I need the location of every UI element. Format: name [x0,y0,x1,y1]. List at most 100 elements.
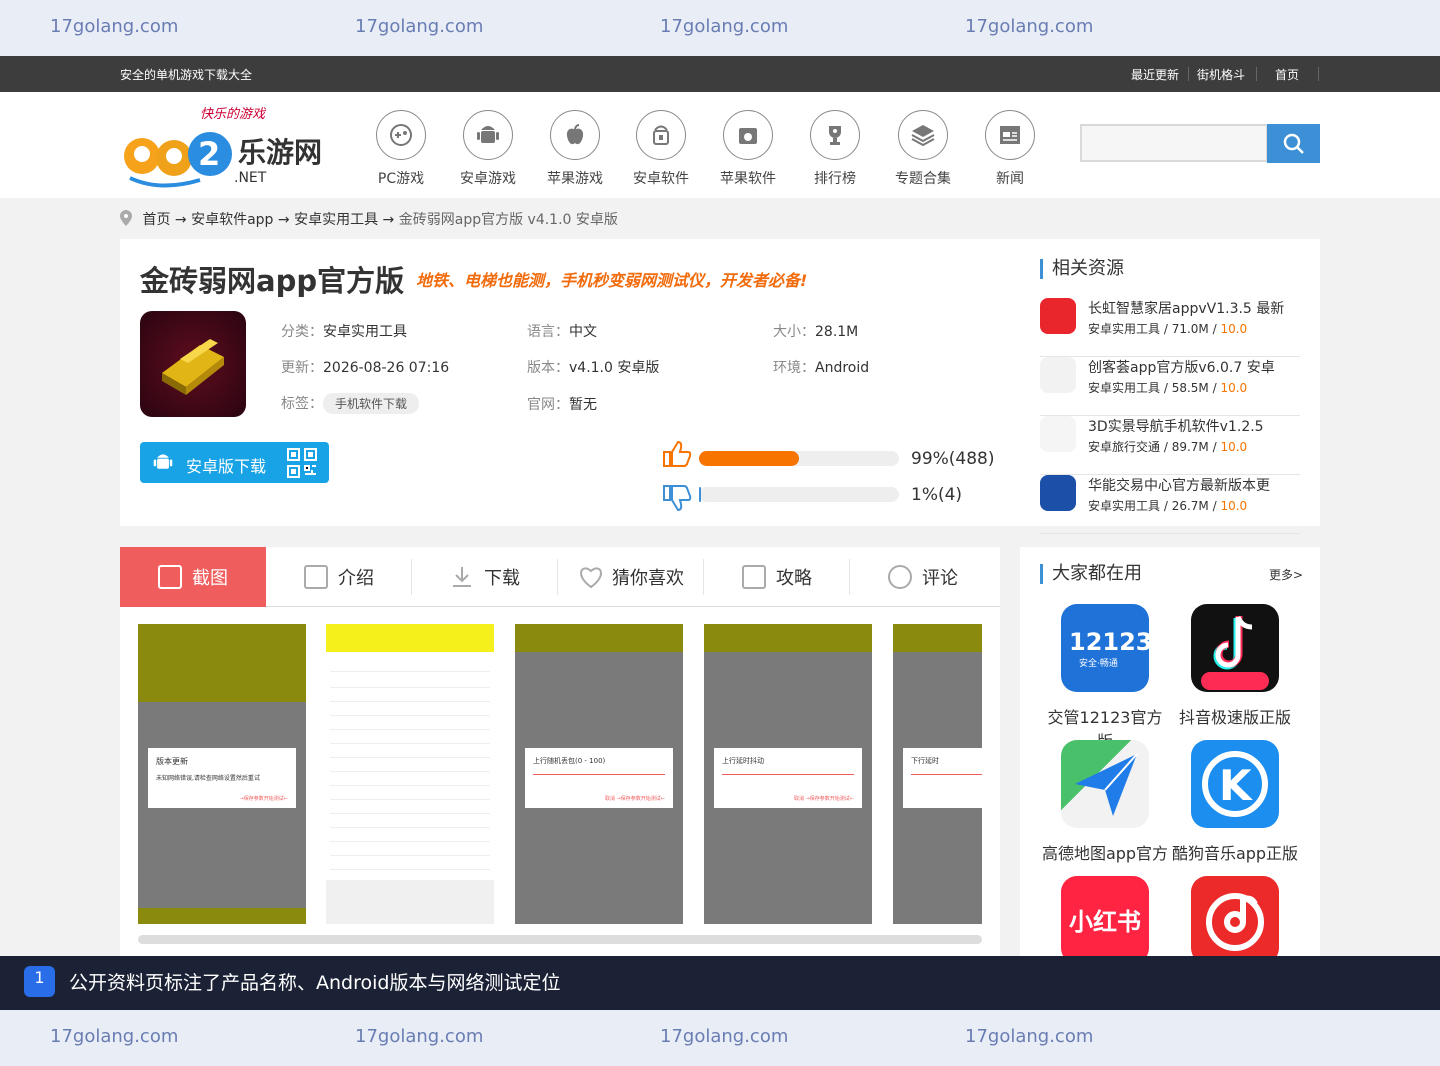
watermark-text: 17golang.com [965,16,1094,37]
tab-guide[interactable]: 攻略 [704,547,850,607]
search-button[interactable] [1267,124,1320,163]
site-logo[interactable]: 2 快乐的游戏 乐游网 .NET [120,100,330,194]
kugou-icon: K [1191,740,1279,828]
logo-name: 乐游网 [238,136,322,169]
location-pin-icon [120,210,132,226]
nav-link-arcade[interactable]: 街机格斗 [1197,66,1245,83]
notice-bar: 1 公开资料页标注了产品名称、Android版本与网络测试定位 [0,956,1440,1010]
svg-text:安全·畅通: 安全·畅通 [1079,657,1118,669]
screenshot-dialog: 下行延时取消 [903,748,982,808]
related-app-meta: 安卓实用工具 / 26.7M / 10.0 [1088,499,1248,513]
breadcrumb-tools[interactable]: 安卓实用工具 [294,212,378,228]
dialog-text: 未知网络错误,请检查网络设置然后重试 [156,775,260,782]
android-box-icon [636,110,686,160]
breadcrumb-home[interactable]: 首页 [142,212,170,228]
nav-label: 新闻 [996,171,1024,187]
tab-recommend[interactable]: 猜你喜欢 [558,547,704,607]
screenshot-2[interactable] [326,624,494,924]
search-input[interactable] [1080,124,1268,162]
popular-title: 大家都在用 [1040,564,1142,584]
tab-intro[interactable]: 介绍 [266,547,412,607]
popular-app-4[interactable]: K 酷狗音乐app正版 [1170,740,1300,864]
related-item[interactable]: 3D实景导航手机软件v1.2.5 安卓旅行交通 / 89.7M / 10.0 [1040,416,1300,475]
apple-icon [550,110,600,160]
android-download-button[interactable]: 安卓版下载 [140,442,329,483]
divider [1188,67,1189,81]
tab-comments[interactable]: 评论 [850,547,996,607]
nav-apple-games[interactable]: 苹果游戏 [540,110,610,188]
watermark-text: 17golang.com [660,16,789,37]
search-icon [1283,133,1304,154]
version-field: 版本：v4.1.0 安卓版 [527,360,660,376]
env-field: 环境：Android [773,360,870,376]
site-field: 官网：暂无 [527,397,597,413]
nav-android-software[interactable]: 安卓软件 [626,110,696,188]
screenshot-5[interactable]: 下行延时取消 [893,624,982,924]
popular-app-3[interactable]: 高德地图app官方 [1040,740,1170,864]
related-app-icon [1040,475,1076,511]
like-bar [699,451,899,466]
document-icon [304,565,328,589]
watermark-text: 17golang.com [355,16,484,37]
breadcrumb-android-software[interactable]: 安卓软件app [191,212,273,228]
nav-android-games[interactable]: 安卓游戏 [453,110,523,188]
thumbs-down-icon[interactable] [662,484,692,512]
tab-label: 下载 [484,568,520,589]
watermark-bar-top: 17golang.com 17golang.com 17golang.com 1… [0,0,1440,56]
watermark-text: 17golang.com [965,1026,1094,1047]
related-item[interactable]: 华能交易中心官方最新版本更 安卓实用工具 / 26.7M / 10.0 [1040,475,1300,534]
dialog-button: →保存参数开始测试← [239,796,288,802]
screenshot-1[interactable]: 版本更新 未知网络错误,请检查网络设置然后重试 →保存参数开始测试← [138,624,306,924]
thumbs-up-icon[interactable] [662,440,692,468]
tab-screenshots[interactable]: 截图 [120,547,266,607]
layers-icon [898,110,948,160]
related-item[interactable]: 长虹智慧家居appvV1.3.5 最新 安卓实用工具 / 71.0M / 10.0 [1040,298,1300,357]
nav-topics[interactable]: 专题合集 [888,110,958,188]
android-icon [153,454,173,469]
xiaohongshu-icon: 小红书 [1061,876,1149,964]
watermark-text: 17golang.com [355,1026,484,1047]
screenshot-footer [326,880,494,924]
nav-link-home[interactable]: 首页 [1275,66,1299,83]
nav-pc-games[interactable]: PC游戏 [366,110,436,188]
watermark-text: 17golang.com [50,16,179,37]
nav-apple-software[interactable]: 苹果软件 [713,110,783,188]
qrcode-icon[interactable] [286,447,318,479]
app-12123-icon: 12123 安全·畅通 [1061,604,1153,692]
related-app-meta: 安卓旅行交通 / 89.7M / 10.0 [1088,440,1248,454]
tag-field: 标签： 手机软件下载 [281,393,420,414]
screenshot-3[interactable]: 上行随机丢包(0 - 100) 取消 →保存参数开始测试← [515,624,683,924]
tab-download[interactable]: 下载 [412,547,558,607]
notice-text: 公开资料页标注了产品名称、Android版本与网络测试定位 [69,972,561,994]
divider [1318,67,1319,81]
tab-bar: 截图 介绍 下载 猜你喜欢 攻略 评论 [120,547,1000,607]
notice-number: 1 [24,966,55,997]
nav-ranking[interactable]: 排行榜 [800,110,870,188]
apple-box-icon [723,110,773,160]
dislike-bar [699,487,899,502]
related-app-name: 3D实景导航手机软件v1.2.5 [1088,419,1264,435]
dialog-title: 上行随机丢包(0 - 100) [533,757,606,765]
nav-label: PC游戏 [377,171,425,187]
screenshot-dialog: 上行延时抖动 取消 →保存参数开始测试← [714,748,862,808]
popular-app-1[interactable]: 12123安全·畅通 交管12123官方版 [1040,604,1170,752]
nav-news[interactable]: 新闻 [975,110,1045,188]
related-app-icon [1040,416,1076,452]
nav-link-recent[interactable]: 最近更新 [1131,66,1179,83]
svg-text:2: 2 [198,135,220,173]
screenshot-footer [138,908,306,924]
popular-app-2[interactable]: 抖音极速版正版 [1170,604,1300,728]
related-app-name: 华能交易中心官方最新版本更 [1088,478,1270,494]
page-title: 金砖弱网app官方版 [140,264,405,298]
nav-label: 专题合集 [895,171,951,187]
logo-graphic: 2 快乐的游戏 乐游网 .NET [124,107,322,188]
watermark-text: 17golang.com [50,1026,179,1047]
related-item[interactable]: 创客荟app官方版v6.0.7 安卓 安卓实用工具 / 58.5M / 10.0 [1040,357,1300,416]
screenshot-header [326,624,494,652]
related-app-name: 长虹智慧家居appvV1.3.5 最新 [1088,301,1285,317]
app-name: 酷狗音乐app正版 [1171,844,1299,863]
more-link[interactable]: 更多> [1269,566,1303,583]
tag-chip[interactable]: 手机软件下载 [323,393,420,414]
screenshot-scrollbar[interactable] [138,935,982,944]
screenshot-4[interactable]: 上行延时抖动 取消 →保存参数开始测试← [704,624,872,924]
